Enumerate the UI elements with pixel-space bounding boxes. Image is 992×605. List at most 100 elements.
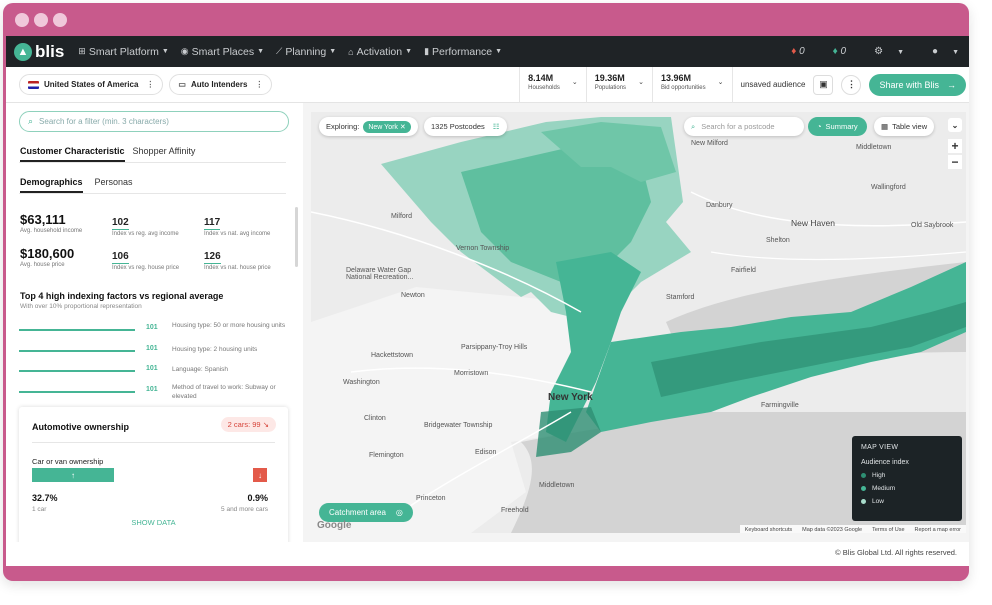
automotive-ownership-card: Automotive ownership 2 cars: 99 ↘ Car or…	[19, 407, 288, 547]
map-label-vernon: Vernon Township	[456, 245, 510, 252]
postcodes-pill[interactable]: 1325 Postcodes ☷	[424, 117, 507, 136]
flame-red-indicator[interactable]: ♦ 0	[777, 46, 804, 57]
factor-label: Language: Spanish	[172, 366, 229, 373]
kebab-icon[interactable]: ⋮	[255, 80, 263, 89]
filter-search-input[interactable]: ⌕ Search for a filter (min. 3 characters…	[19, 111, 289, 132]
share-with-blis-button[interactable]: Share with Blis →	[869, 73, 966, 96]
nav-activation[interactable]: ⌂ Activation ▼	[348, 46, 412, 58]
factor-value: 101	[146, 365, 158, 372]
postcode-search-input[interactable]: ⌕ Search for a postcode	[684, 117, 804, 136]
chevron-down-icon: ⌄	[638, 78, 644, 86]
kebab-icon: ⋮	[846, 79, 856, 89]
stat-bid-opportunities[interactable]: 13.96M Bid opportunities ⌄	[651, 66, 732, 103]
more-button[interactable]: ⋮	[841, 74, 862, 95]
map-view[interactable]: New York New Haven Stamford Newton Morri…	[311, 112, 966, 533]
window-minimize-dot[interactable]	[34, 13, 48, 27]
chevron-down-icon: ⌄	[951, 120, 959, 130]
flame-green-count: 0	[840, 46, 847, 57]
metric-label: Index vs nat. avg income	[204, 231, 271, 237]
metric-income-reg-index: 102 Index vs reg. avg income	[112, 212, 179, 237]
map-attribution: Keyboard shortcuts Map data ©2023 Google…	[739, 525, 966, 533]
factor-value: 101	[146, 386, 158, 393]
country-label: United States of America	[44, 80, 139, 89]
factor-bar	[19, 329, 135, 331]
nav-smart-places[interactable]: ◉ Smart Places ▼	[181, 46, 264, 58]
show-data-link[interactable]: SHOW DATA	[19, 518, 288, 527]
tab-personas[interactable]: Personas	[95, 177, 133, 193]
audience-name-field[interactable]: unsaved audience	[731, 66, 814, 103]
location-chip[interactable]: New York ✕	[363, 120, 411, 133]
stat-households[interactable]: 8.14M Households ⌄	[519, 66, 586, 103]
map-collapse-button[interactable]: ⌄	[948, 118, 962, 132]
tab-shopper-affinity[interactable]: Shopper Affinity	[133, 146, 196, 162]
kebab-icon[interactable]: ⋮	[146, 80, 154, 89]
blis-logo[interactable]: ▲ blis	[14, 42, 64, 62]
ownership-bar-low: ↓	[253, 468, 267, 482]
audience-selector[interactable]: ▭ Auto Intenders ⋮	[169, 74, 273, 95]
chevron-down-icon: ▼	[405, 48, 413, 55]
copyright: © Blis Global Ltd. All rights reserved.	[835, 548, 957, 557]
country-selector[interactable]: United States of America ⋮	[19, 74, 164, 95]
trend-badge: 2 cars: 99 ↘	[220, 417, 276, 432]
factor-row: 101 Language: Spanish	[19, 362, 289, 380]
flame-green-indicator[interactable]: ♦ 0	[819, 46, 846, 57]
legend-dot	[861, 499, 866, 504]
keyboard-shortcuts-link[interactable]: Keyboard shortcuts	[745, 527, 792, 533]
tab-demographics[interactable]: Demographics	[20, 177, 83, 193]
metric-house-nat-index: 126 Index vs nat. house price	[204, 246, 271, 271]
stat-value: 8.14M	[528, 72, 554, 83]
ownership-bar-high: ↑	[32, 468, 114, 482]
stat-label: Bid opportunities	[660, 84, 706, 91]
left-panel: ⌕ Search for a filter (min. 3 characters…	[6, 103, 303, 554]
chevron-down-icon: ▼	[257, 48, 265, 55]
app-content: ▲ blis ⊞ Smart Platform ▼ ◉ Smart Places ▼…	[6, 36, 969, 566]
google-logo: Google	[317, 520, 352, 531]
map-label-new-york: New York	[548, 392, 593, 403]
map-label-middletown-ct: Middletown	[856, 144, 892, 151]
report-error-link[interactable]: Report a map error	[915, 527, 961, 533]
catchment-label: Catchment area	[329, 508, 386, 517]
factor-label: Housing type: 50 or more housing units	[172, 322, 286, 329]
terms-link[interactable]: Terms of Use	[872, 527, 904, 533]
metric-house-reg-index: 106 Index vs reg. house price	[112, 246, 179, 271]
table-view-button[interactable]: ▦ Table view	[874, 117, 935, 136]
left-panel-scrollbar[interactable]	[295, 207, 298, 267]
tab-customer-characteristic[interactable]: Customer Characteristic	[20, 146, 125, 162]
map-label-edison: Edison	[475, 449, 497, 456]
stat-populations[interactable]: 19.36M Populations ⌄	[585, 66, 652, 103]
zoom-out-button[interactable]: −	[948, 155, 962, 169]
nav-planning[interactable]: ⟋ Planning ▼	[276, 46, 336, 58]
divider	[19, 193, 286, 194]
stat-label: Households	[528, 84, 560, 91]
minus-icon: −	[951, 155, 959, 169]
factor-label: Method of travel to work: Subway or elev…	[172, 384, 276, 400]
settings-menu[interactable]: ⚙ ▼	[860, 46, 904, 57]
nav-smart-platform[interactable]: ⊞ Smart Platform ▼	[78, 46, 169, 58]
map-label-new-milford: New Milford	[691, 140, 728, 147]
window-close-dot[interactable]	[15, 13, 29, 27]
summary-button[interactable]: ◔ Summary	[808, 117, 867, 136]
card-subtitle: Car or van ownership	[32, 457, 104, 466]
nav-label: Smart Places	[191, 45, 255, 58]
factors-title: Top 4 high indexing factors vs regional …	[20, 291, 224, 301]
nav-performance[interactable]: ▮ Performance ▼	[424, 46, 502, 58]
share-label: Share with Blis	[879, 79, 939, 90]
left-percent-label: 1 car	[32, 506, 47, 513]
zoom-in-button[interactable]: +	[948, 139, 962, 153]
map-label-danbury: Danbury	[706, 202, 733, 209]
metric-household-income: $63,111 Avg. household income	[20, 212, 82, 234]
pin-icon: ◉	[180, 46, 189, 56]
window-maximize-dot[interactable]	[53, 13, 67, 27]
chevron-down-icon: ⌄	[717, 78, 724, 86]
nav-label: Planning	[285, 45, 327, 58]
map-label-wallingford: Wallingford	[871, 184, 906, 191]
arrow-right-icon: →	[947, 79, 956, 90]
exploring-filter[interactable]: Exploring: New York ✕	[319, 117, 418, 136]
save-button[interactable]: ▣	[813, 74, 834, 95]
metric-income-nat-index: 117 Index vs nat. avg income	[204, 212, 270, 237]
grid-icon: ⊞	[78, 46, 86, 56]
user-menu[interactable]: ● ▼	[918, 46, 959, 57]
stat-value: 13.96M	[660, 72, 691, 83]
nav-label: Performance	[432, 45, 493, 58]
metric-value: $180,600	[20, 246, 75, 261]
